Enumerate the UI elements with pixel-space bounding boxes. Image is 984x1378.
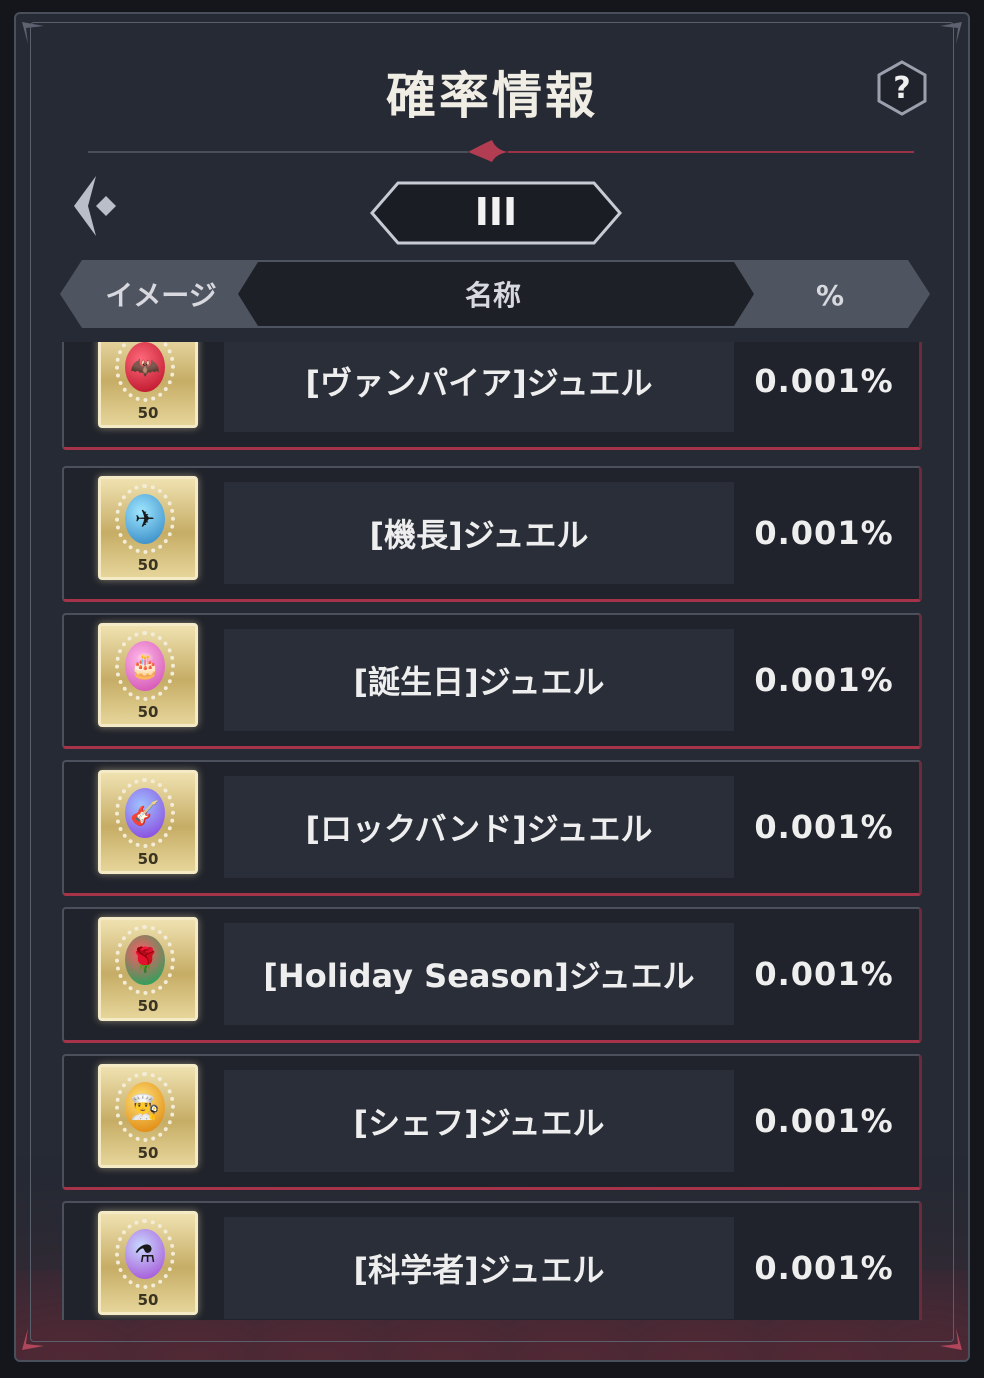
cake-icon: 🎂 xyxy=(125,641,165,691)
list-item[interactable]: 🎂 50 [誕生日]ジュエル 0.001% xyxy=(62,613,922,749)
help-icon: ? xyxy=(893,71,910,106)
item-thumbnail: 🎸 50 xyxy=(98,770,198,874)
item-thumbnail: 🌹 50 xyxy=(98,917,198,1021)
item-name: [シェフ]ジュエル xyxy=(353,1104,605,1142)
item-thumbnail: ⚗ 50 xyxy=(98,1211,198,1315)
list-item[interactable]: ✈ 50 [機長]ジュエル 0.001% xyxy=(62,466,922,602)
column-header-name: 名称 xyxy=(464,279,521,312)
column-header-percent: % xyxy=(815,279,845,312)
bat-icon: 🦇 xyxy=(125,342,165,392)
airplane-icon: ✈ xyxy=(125,494,165,544)
list-item[interactable]: 🦇 50 [ヴァンパイア]ジュエル 0.001% xyxy=(62,342,922,450)
list-item[interactable]: 🎸 50 [ロックバンド]ジュエル 0.001% xyxy=(62,760,922,896)
item-name: [ロックバンド]ジュエル xyxy=(305,810,653,848)
item-name: [機長]ジュエル xyxy=(369,516,589,554)
item-quantity: 50 xyxy=(137,556,159,574)
item-name: [科学者]ジュエル xyxy=(353,1251,605,1289)
list-item[interactable]: ⚗ 50 [科学者]ジュエル 0.001% xyxy=(62,1201,922,1320)
rose-icon: 🌹 xyxy=(125,935,165,985)
jewel-gem: 🌹 xyxy=(115,925,175,995)
tier-label: III xyxy=(474,190,518,234)
item-thumbnail: ✈ 50 xyxy=(98,476,198,580)
corner-ornament-icon xyxy=(22,1328,44,1350)
item-quantity: 50 xyxy=(137,1144,159,1162)
item-name: [Holiday Season]ジュエル xyxy=(263,957,695,995)
item-percent: 0.001% xyxy=(754,514,894,552)
jewel-gem: 🎸 xyxy=(115,778,175,848)
column-header-image: イメージ xyxy=(105,279,217,312)
list-item[interactable]: 🌹 50 [Holiday Season]ジュエル 0.001% xyxy=(62,907,922,1043)
help-button[interactable]: ? xyxy=(876,60,928,116)
back-button[interactable] xyxy=(66,172,126,242)
item-percent: 0.001% xyxy=(754,362,894,400)
item-quantity: 50 xyxy=(137,997,159,1015)
item-thumbnail: 🦇 50 xyxy=(98,342,198,428)
corner-ornament-icon xyxy=(940,1328,962,1350)
item-thumbnail: 🎂 50 xyxy=(98,623,198,727)
title-divider xyxy=(88,140,914,162)
flask-icon: ⚗ xyxy=(125,1229,165,1279)
list-item[interactable]: 👨‍🍳 50 [シェフ]ジュエル 0.001% xyxy=(62,1054,922,1190)
item-percent: 0.001% xyxy=(754,1249,894,1287)
jewel-gem: ⚗ xyxy=(115,1219,175,1289)
page-title: 確率情報 xyxy=(386,67,598,125)
corner-ornament-icon xyxy=(22,22,44,44)
item-quantity: 50 xyxy=(137,850,159,868)
item-name: [誕生日]ジュエル xyxy=(353,663,605,701)
chef-hat-icon: 👨‍🍳 xyxy=(125,1082,165,1132)
item-percent: 0.001% xyxy=(754,808,894,846)
item-percent: 0.001% xyxy=(754,955,894,993)
item-thumbnail: 👨‍🍳 50 xyxy=(98,1064,198,1168)
item-quantity: 50 xyxy=(137,404,159,422)
jewel-gem: 👨‍🍳 xyxy=(115,1072,175,1142)
item-percent: 0.001% xyxy=(754,661,894,699)
guitar-icon: 🎸 xyxy=(125,788,165,838)
jewel-gem: ✈ xyxy=(115,484,175,554)
corner-ornament-icon xyxy=(940,22,962,44)
jewel-gem: 🎂 xyxy=(115,631,175,701)
item-quantity: 50 xyxy=(137,1291,159,1309)
item-name: [ヴァンパイア]ジュエル xyxy=(305,364,653,402)
probability-list[interactable]: 🦇 50 [ヴァンパイア]ジュエル 0.001% ✈ 50 [機長]ジュエル 0.001% 🎂 5… xyxy=(62,342,924,1320)
item-percent: 0.001% xyxy=(754,1102,894,1140)
item-quantity: 50 xyxy=(137,703,159,721)
